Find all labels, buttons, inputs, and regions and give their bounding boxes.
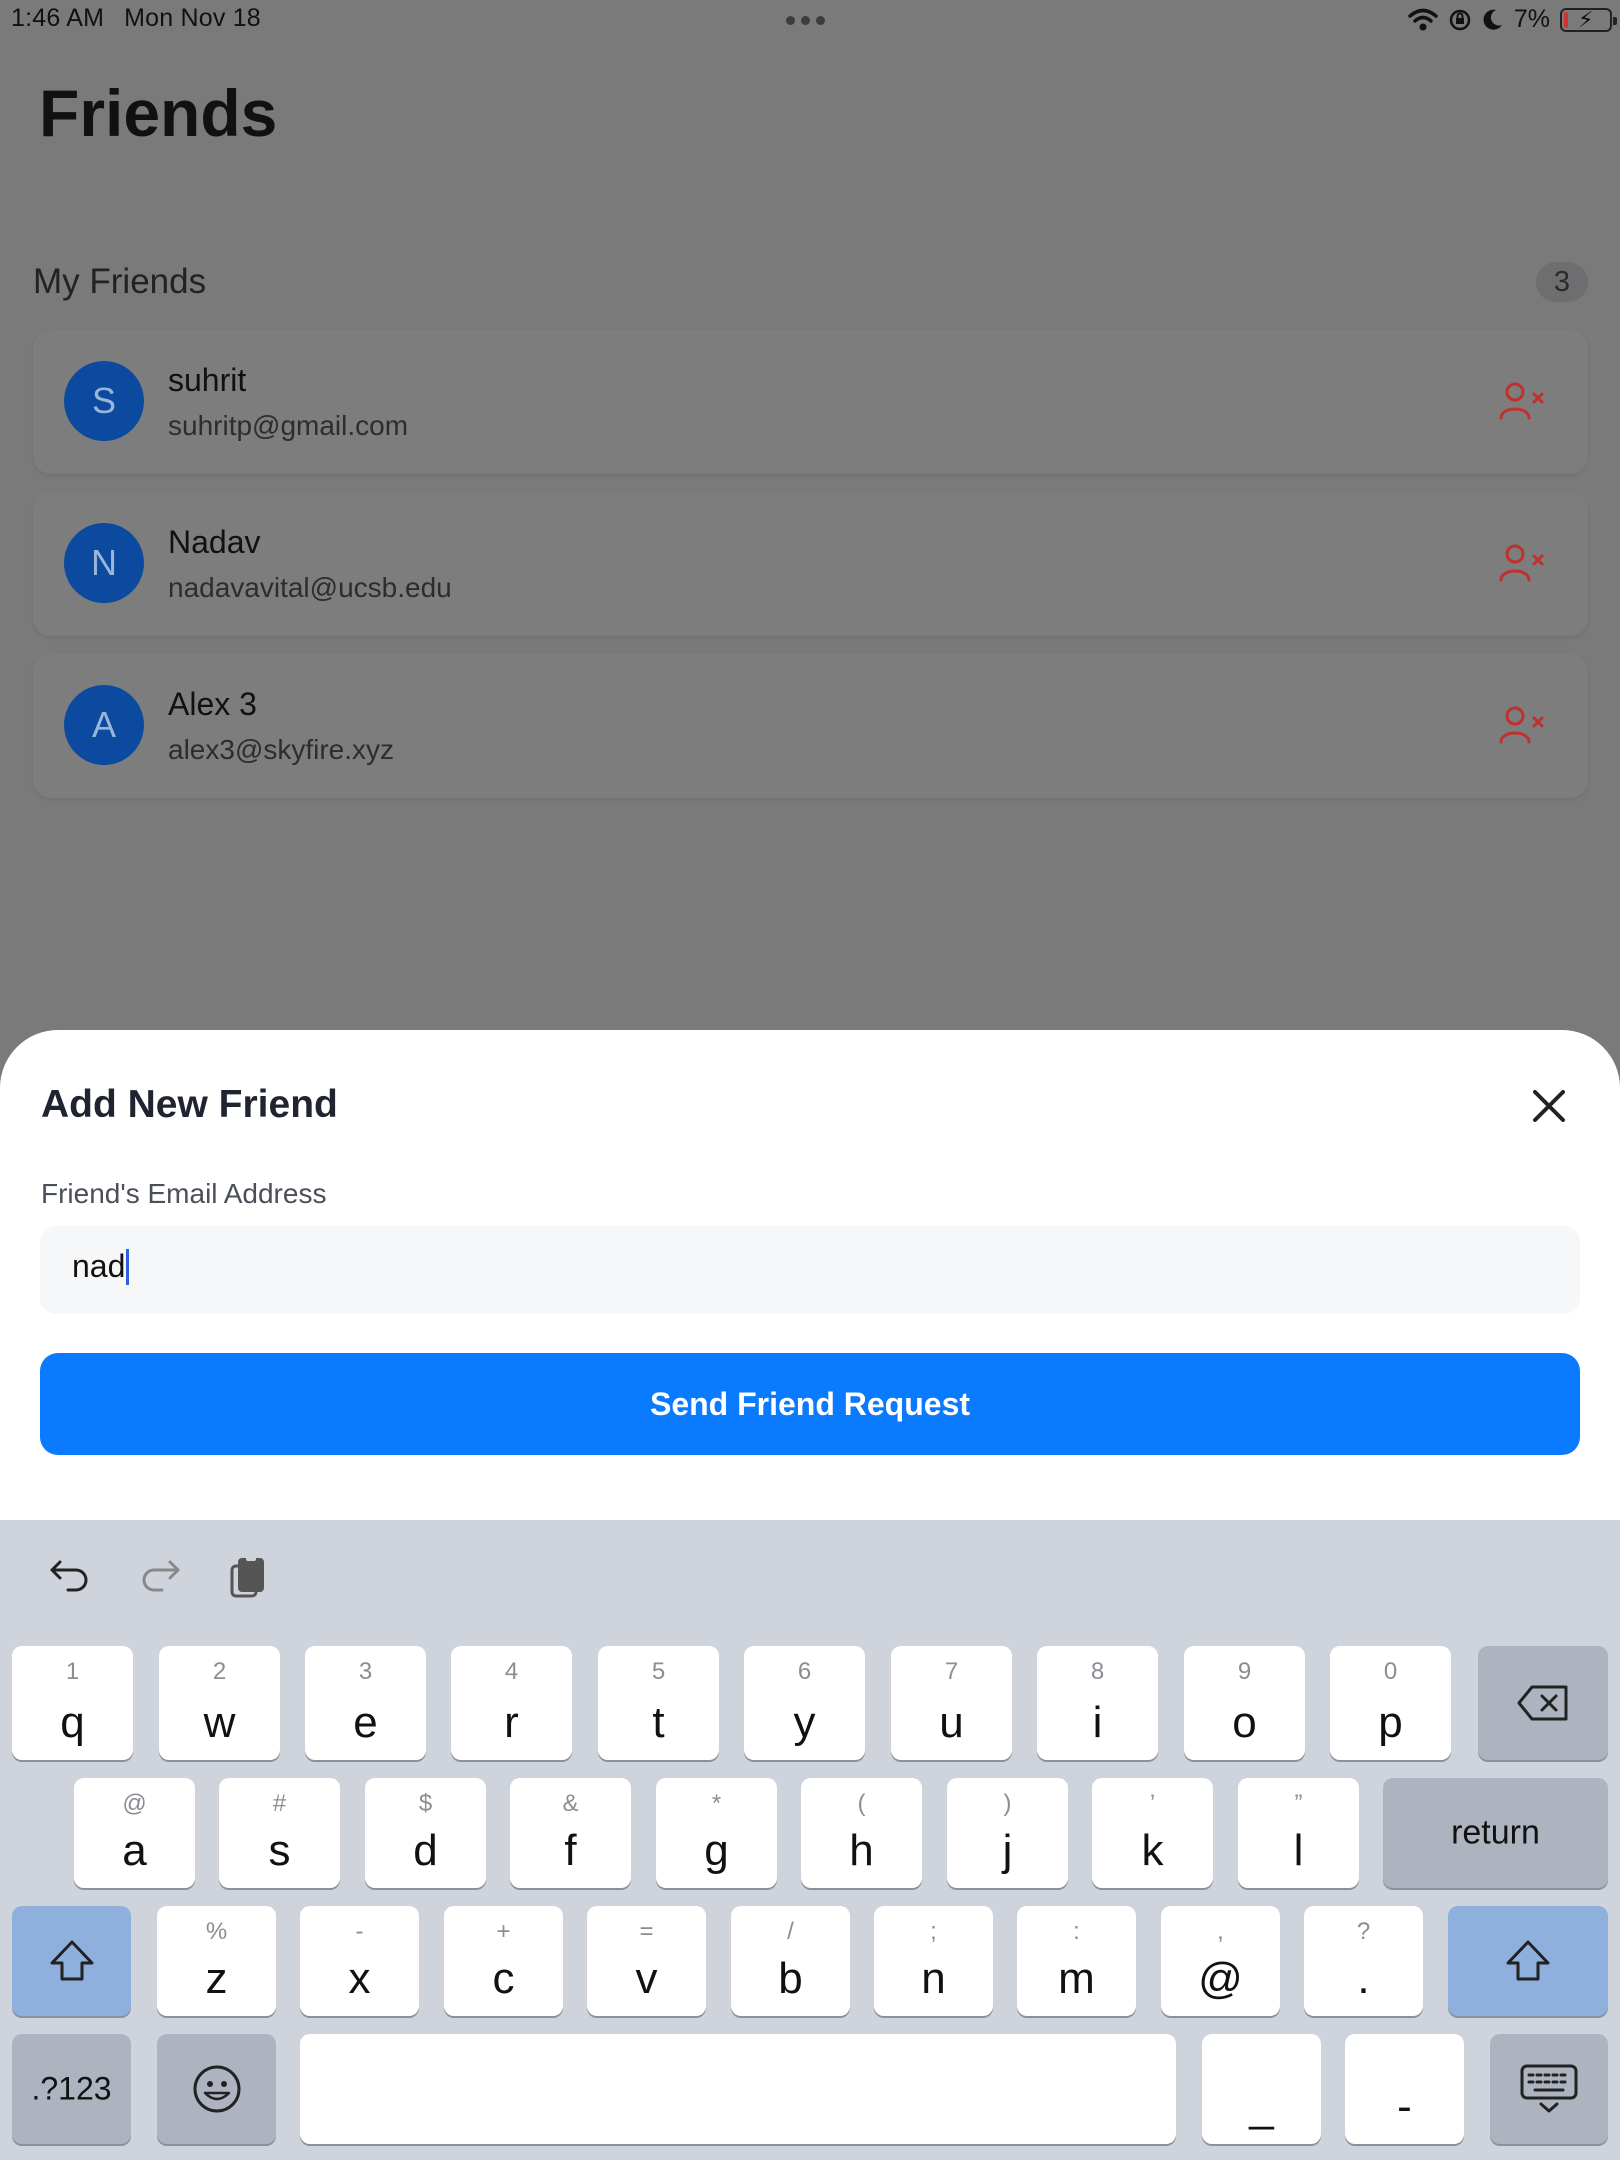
shift-key-left[interactable] (12, 1906, 131, 2016)
avatar: A (64, 685, 144, 765)
shift-icon (50, 1940, 93, 1981)
key-t[interactable]: 5t (598, 1646, 719, 1760)
wifi-icon (1408, 8, 1438, 30)
avatar: S (64, 361, 144, 441)
key-p[interactable]: 0p (1330, 1646, 1451, 1760)
email-field-value: nad (72, 1248, 126, 1284)
friend-name: Alex 3 (168, 686, 257, 722)
key-k[interactable]: ’ k (1092, 1778, 1213, 1888)
emoji-icon (193, 2065, 240, 2113)
emoji-key[interactable] (157, 2034, 276, 2144)
friend-card[interactable]: A Alex 3 alex3@skyfire.xyz (33, 654, 1588, 798)
key-c[interactable]: + c (444, 1906, 563, 2016)
status-indicators: 7% ⚡ (1408, 5, 1617, 34)
status-bar: 1:46 AM Mon Nov 18 7% ⚡ (0, 0, 1620, 40)
orientation-lock-icon (1449, 9, 1471, 30)
key-e[interactable]: 3e (305, 1646, 426, 1760)
section-title: My Friends (33, 262, 207, 301)
remove-friend-icon[interactable] (1498, 378, 1546, 426)
key-a[interactable]: @ a (74, 1778, 195, 1888)
email-field-label: Friend's Email Address (41, 1178, 327, 1209)
key-j[interactable]: ) j (947, 1778, 1068, 1888)
send-friend-request-button[interactable]: Send Friend Request (40, 1353, 1580, 1455)
friend-name: Nadav (168, 524, 261, 560)
keyboard-toolbar (0, 1520, 1620, 1630)
friend-name: suhrit (168, 362, 247, 398)
sheet-title: Add New Friend (41, 1083, 338, 1126)
key-x[interactable]: -x (300, 1906, 419, 2016)
multitasking-dots[interactable] (786, 16, 825, 25)
key-w[interactable]: 2w (159, 1646, 280, 1760)
shift-key-right[interactable] (1448, 1906, 1608, 2016)
friends-list: S suhrit suhritp@gmail.com N Nadav nadav… (33, 330, 1588, 816)
shift-icon (1506, 1940, 1550, 1981)
key-b[interactable]: / b (731, 1906, 850, 2016)
key-q[interactable]: 1q (12, 1646, 133, 1760)
dismiss-keyboard-key[interactable] (1490, 2034, 1608, 2144)
remove-friend-icon[interactable] (1498, 540, 1546, 588)
key-m[interactable]: :m (1017, 1906, 1136, 2016)
key-h[interactable]: (h (801, 1778, 922, 1888)
text-caret (126, 1248, 130, 1285)
email-field[interactable]: nad (40, 1226, 1580, 1314)
paste-icon[interactable] (226, 1552, 274, 1600)
key-i[interactable]: 8i (1037, 1646, 1158, 1760)
key-period[interactable]: ?. (1304, 1906, 1423, 2016)
key-v[interactable]: = v (587, 1906, 706, 2016)
my-friends-header: My Friends 3 (33, 262, 1588, 302)
key-n[interactable]: ; n (874, 1906, 993, 2016)
key-f[interactable]: & f (510, 1778, 631, 1888)
key-d[interactable]: $ d (365, 1778, 486, 1888)
remove-friend-icon[interactable] (1498, 702, 1546, 750)
return-key[interactable]: return (1383, 1778, 1608, 1888)
battery-charging-icon: ⚡ (1560, 7, 1617, 32)
friend-card[interactable]: N Nadav nadavavital@ucsb.edu (33, 492, 1588, 636)
key-at[interactable]: , @ (1161, 1906, 1280, 2016)
undo-icon[interactable] (46, 1552, 94, 1600)
key-y[interactable]: 6y (744, 1646, 865, 1760)
close-icon[interactable] (1525, 1082, 1573, 1130)
key-l[interactable]: ” l (1238, 1778, 1359, 1888)
key-u[interactable]: 7u (891, 1646, 1012, 1760)
key-r[interactable]: 4r (451, 1646, 572, 1760)
key-o[interactable]: 9o (1184, 1646, 1305, 1760)
keyboard-dismiss-icon (1520, 2064, 1578, 2113)
status-time-date: 1:46 AM Mon Nov 18 (11, 4, 261, 33)
friend-email: alex3@skyfire.xyz (168, 734, 395, 765)
page-title: Friends (39, 76, 278, 150)
battery-percent: 7% (1513, 5, 1550, 33)
friend-email: nadavavital@ucsb.edu (168, 572, 452, 603)
key-dash[interactable]: - (1345, 2034, 1464, 2144)
status-date: Mon Nov 18 (124, 4, 261, 32)
key-s[interactable]: # s (219, 1778, 340, 1888)
keyboard: 1q 2w 3e 4r 5t 6y 7u 8i 9o 0p @ a # s $ d &… (0, 1520, 1620, 2160)
avatar: N (64, 523, 144, 603)
delete-icon (1517, 1685, 1568, 1721)
space-key[interactable] (300, 2034, 1176, 2144)
delete-key[interactable] (1478, 1646, 1608, 1760)
friend-count-badge: 3 (1536, 262, 1588, 302)
friend-card[interactable]: S suhrit suhritp@gmail.com (33, 330, 1588, 474)
key-g[interactable]: * g (656, 1778, 777, 1888)
status-time: 1:46 AM (11, 4, 105, 32)
moon-icon (1483, 9, 1502, 30)
key-underscore[interactable]: _ (1202, 2034, 1321, 2144)
numbers-key[interactable]: .?123 (12, 2034, 131, 2144)
redo-icon[interactable] (136, 1552, 184, 1600)
friend-email: suhritp@gmail.com (168, 410, 409, 441)
key-z[interactable]: % z (157, 1906, 276, 2016)
